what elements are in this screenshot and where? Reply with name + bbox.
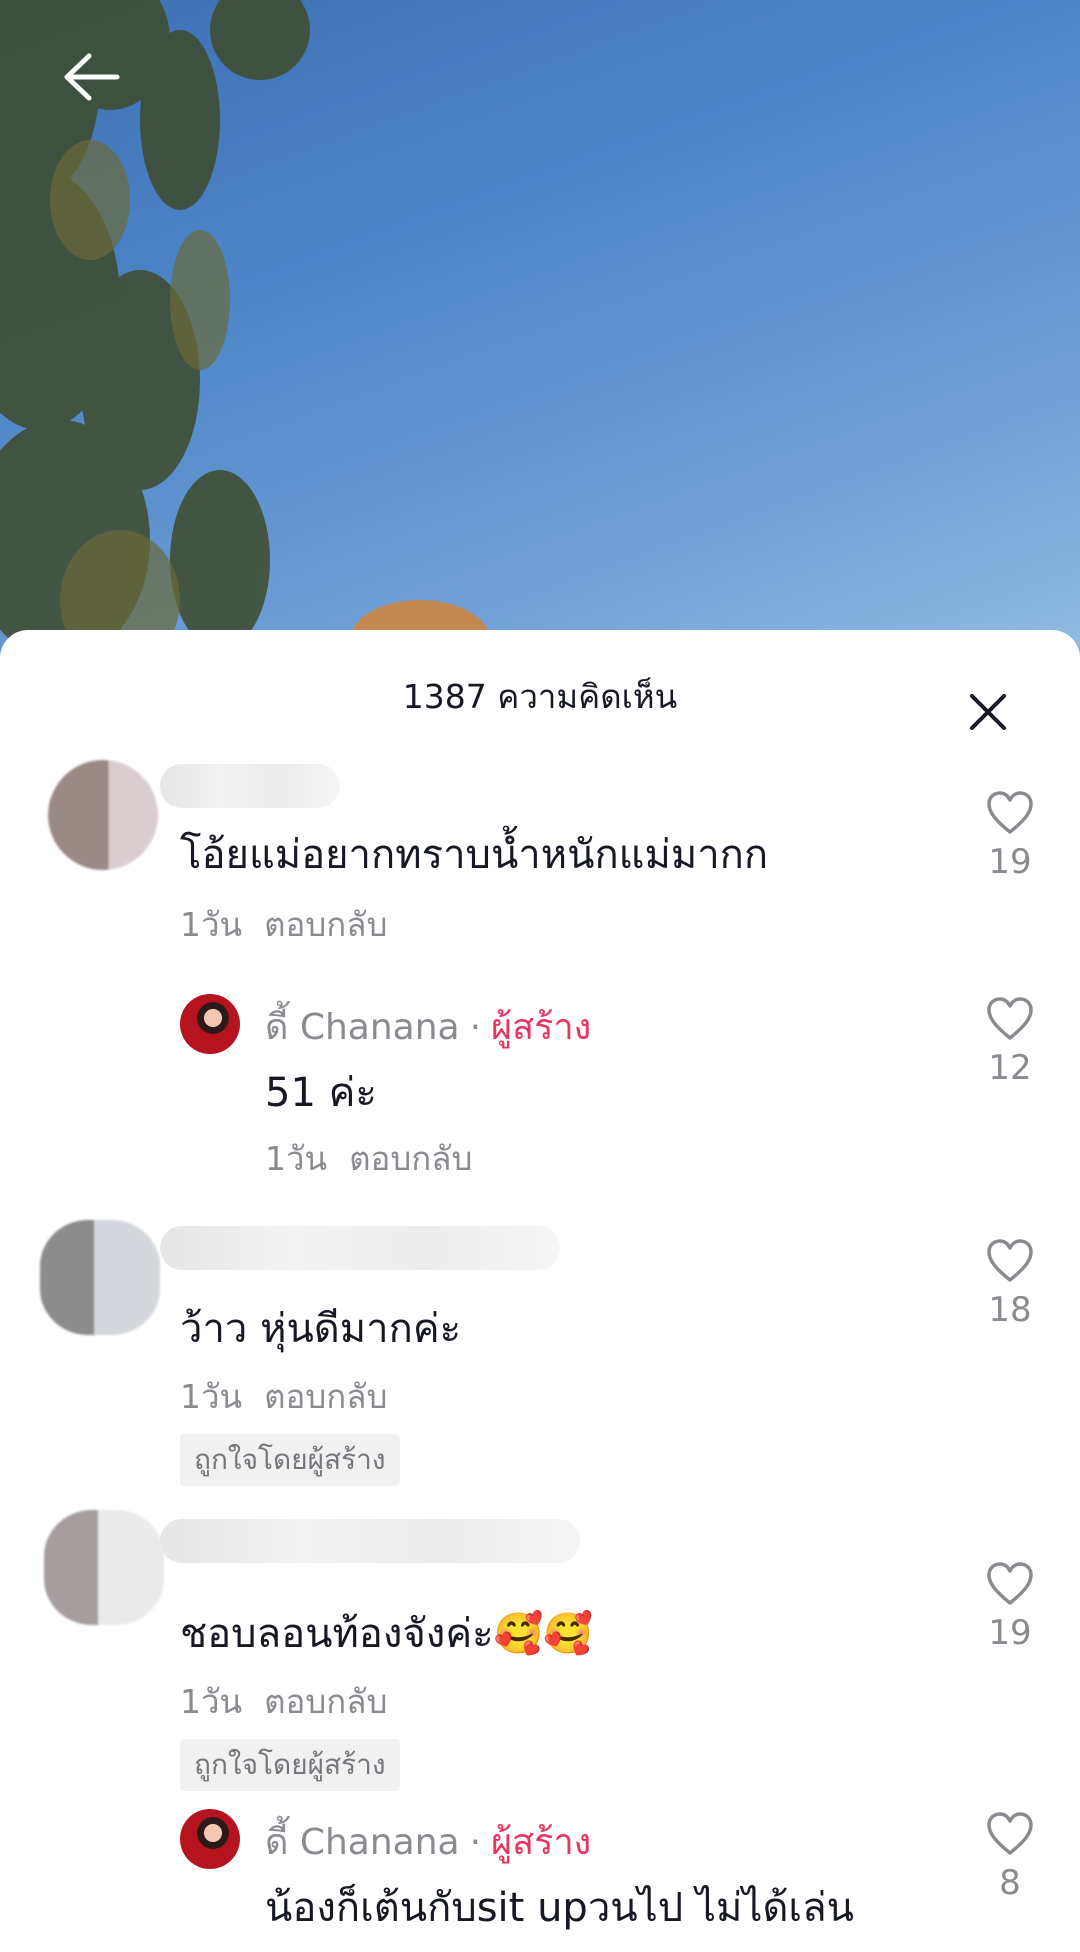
reply-author-name[interactable]: ดี้ Chanana bbox=[265, 1822, 460, 1863]
like-button[interactable]: 8 bbox=[980, 1811, 1040, 1903]
comment-text: โอ้ยแม่อยากทราบน้ำหนักแม่มากก bbox=[180, 832, 769, 878]
like-count: 12 bbox=[988, 1048, 1032, 1088]
reply-author-name[interactable]: ดี้ Chanana bbox=[265, 1007, 460, 1048]
reply-author-line: ดี้ Chanana · ผู้สร้าง bbox=[265, 1813, 591, 1870]
comment-text: น้องก็เต้นกับsit upวนไป ไม่ได้เล่น bbox=[265, 1885, 854, 1931]
comments-count-title: 1387 ความคิดเห็น bbox=[402, 677, 678, 716]
comment-time: 1วัน bbox=[180, 1377, 243, 1416]
separator-dot: · bbox=[469, 1007, 482, 1048]
like-count: 19 bbox=[988, 842, 1032, 882]
like-button[interactable]: 12 bbox=[980, 996, 1040, 1088]
comment-time: 1วัน bbox=[180, 1682, 243, 1721]
reply-author-line: ดี้ Chanana · ผู้สร้าง bbox=[265, 998, 591, 1055]
reply-button[interactable]: ตอบกลับ bbox=[264, 1377, 387, 1416]
comment-text: ว้าว หุ่นดีมากค่ะ bbox=[180, 1306, 462, 1352]
avatar[interactable] bbox=[40, 1220, 160, 1335]
comment-meta: 1วัน ตอบกลับ bbox=[265, 1132, 472, 1185]
tree-foliage-image bbox=[0, 0, 490, 680]
like-count: 8 bbox=[999, 1863, 1021, 1903]
heart-outline-icon bbox=[987, 1239, 1033, 1282]
avatar[interactable] bbox=[180, 1809, 240, 1869]
reply-button[interactable]: ตอบกลับ bbox=[349, 1139, 472, 1178]
username-blurred[interactable] bbox=[160, 1519, 580, 1563]
creator-label: ผู้สร้าง bbox=[491, 1007, 592, 1048]
heart-outline-icon bbox=[987, 791, 1033, 834]
like-button[interactable]: 19 bbox=[980, 790, 1040, 882]
username-blurred[interactable] bbox=[160, 764, 340, 808]
like-button[interactable]: 18 bbox=[980, 1238, 1040, 1330]
like-count: 19 bbox=[988, 1613, 1032, 1653]
heart-outline-icon bbox=[987, 1812, 1033, 1855]
liked-by-creator-badge: ถูกใจโดยผู้สร้าง bbox=[180, 1739, 400, 1791]
close-button[interactable] bbox=[960, 684, 1016, 740]
like-count: 18 bbox=[988, 1290, 1032, 1330]
comments-sheet: 1387 ความคิดเห็น โอ้ยแม่อยากทราบน้ำหนักแ… bbox=[0, 630, 1080, 1952]
heart-outline-icon bbox=[987, 1562, 1033, 1605]
comment-text: ชอบลอนท้องจังค่ะ🥰🥰 bbox=[180, 1611, 594, 1657]
comment-text: 51 ค่ะ bbox=[265, 1070, 377, 1116]
arrow-left-icon bbox=[64, 53, 120, 101]
back-button[interactable] bbox=[60, 45, 124, 109]
comment-meta: 1วัน ตอบกลับ bbox=[180, 1370, 387, 1423]
comment-meta: 1วัน ตอบกลับ bbox=[180, 898, 387, 951]
comment-time: 1วัน bbox=[265, 1139, 328, 1178]
avatar[interactable] bbox=[180, 994, 240, 1054]
separator-dot: · bbox=[469, 1822, 482, 1863]
reply-button[interactable]: ตอบกลับ bbox=[264, 1682, 387, 1721]
comment-time: 1วัน bbox=[180, 905, 243, 944]
reply-button[interactable]: ตอบกลับ bbox=[264, 905, 387, 944]
avatar[interactable] bbox=[48, 760, 158, 870]
avatar[interactable] bbox=[44, 1510, 164, 1625]
comment-meta: 1วัน ตอบกลับ bbox=[180, 1675, 387, 1728]
creator-label: ผู้สร้าง bbox=[491, 1822, 592, 1863]
video-background bbox=[0, 0, 1080, 700]
close-icon bbox=[970, 694, 1006, 730]
username-blurred[interactable] bbox=[160, 1226, 560, 1270]
like-button[interactable]: 19 bbox=[980, 1561, 1040, 1653]
heart-outline-icon bbox=[987, 997, 1033, 1040]
liked-by-creator-badge: ถูกใจโดยผู้สร้าง bbox=[180, 1434, 400, 1486]
